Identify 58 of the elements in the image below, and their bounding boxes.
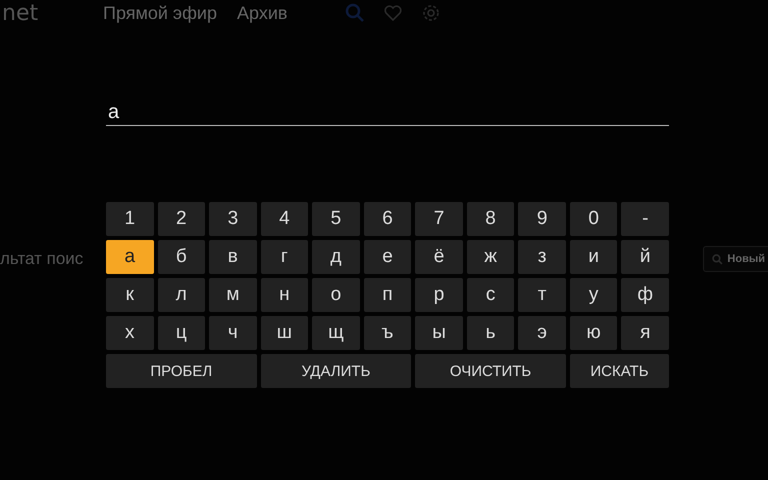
keyboard-key[interactable]: т (518, 278, 566, 312)
keyboard-key[interactable]: г (260, 240, 308, 274)
keyboard-key[interactable]: у (570, 278, 618, 312)
keyboard-key[interactable]: 4 (260, 202, 308, 236)
keyboard-action-key[interactable]: УДАЛИТЬ (260, 354, 412, 388)
keyboard-key[interactable]: ю (570, 316, 618, 350)
keyboard-key[interactable]: 3 (209, 202, 257, 236)
keyboard-key[interactable]: 5 (312, 202, 360, 236)
keyboard-key[interactable]: и (570, 240, 618, 274)
keyboard-key[interactable]: о (312, 278, 360, 312)
keyboard-key[interactable]: с (466, 278, 514, 312)
keyboard-key[interactable]: 1 (106, 202, 154, 236)
keyboard-key[interactable]: 7 (415, 202, 463, 236)
heart-icon[interactable] (383, 3, 404, 23)
keyboard-key[interactable]: е (364, 240, 412, 274)
keyboard-key[interactable]: 9 (518, 202, 566, 236)
search-input-field[interactable]: а (106, 100, 669, 126)
keyboard-key[interactable]: х (106, 316, 154, 350)
logo: net (1, 0, 40, 26)
settings-icon[interactable] (421, 3, 442, 23)
keyboard-key[interactable]: л (158, 278, 206, 312)
keyboard-key[interactable]: ц (158, 316, 206, 350)
keyboard-key[interactable]: р (415, 278, 463, 312)
new-search-button[interactable]: Новый (703, 246, 768, 272)
keyboard-key[interactable]: ш (260, 316, 308, 350)
keyboard-key[interactable]: ъ (364, 316, 412, 350)
keyboard-key[interactable]: 6 (364, 202, 412, 236)
keyboard-action-key[interactable]: ИСКАТЬ (570, 354, 669, 388)
nav-link[interactable]: Архив (237, 2, 288, 24)
keyboard-key[interactable]: ы (415, 316, 463, 350)
keyboard-key[interactable]: 0 (570, 202, 618, 236)
search-icon[interactable] (345, 3, 366, 23)
result-heading: льтат поис (0, 249, 84, 269)
keyboard-key[interactable]: 8 (466, 202, 514, 236)
keyboard-key[interactable]: - (621, 202, 669, 236)
keyboard-key[interactable]: б (158, 240, 206, 274)
keyboard-key[interactable]: в (209, 240, 257, 274)
keyboard-key[interactable]: ь (466, 316, 514, 350)
keyboard-key[interactable]: ж (466, 240, 514, 274)
keyboard-key[interactable]: я (621, 316, 669, 350)
keyboard-key[interactable]: ф (621, 278, 669, 312)
keyboard-key[interactable]: а (106, 240, 154, 274)
keyboard-action-key[interactable]: ОЧИСТИТЬ (415, 354, 566, 388)
keyboard-key[interactable]: 2 (158, 202, 206, 236)
keyboard-action-key[interactable]: ПРОБЕЛ (106, 354, 257, 388)
keyboard-key[interactable]: п (364, 278, 412, 312)
keyboard-key[interactable]: й (621, 240, 669, 274)
keyboard-key[interactable]: м (209, 278, 257, 312)
keyboard-key[interactable]: щ (312, 316, 360, 350)
keyboard-key[interactable]: з (518, 240, 566, 274)
search-icon (712, 254, 724, 264)
keyboard-key[interactable]: ё (415, 240, 463, 274)
keyboard-key[interactable]: ч (209, 316, 257, 350)
keyboard-key[interactable]: к (106, 278, 154, 312)
nav-link[interactable]: Прямой эфир (103, 2, 217, 24)
keyboard-key[interactable]: э (518, 316, 566, 350)
keyboard-key[interactable]: д (312, 240, 360, 274)
keyboard-key[interactable]: н (260, 278, 308, 312)
